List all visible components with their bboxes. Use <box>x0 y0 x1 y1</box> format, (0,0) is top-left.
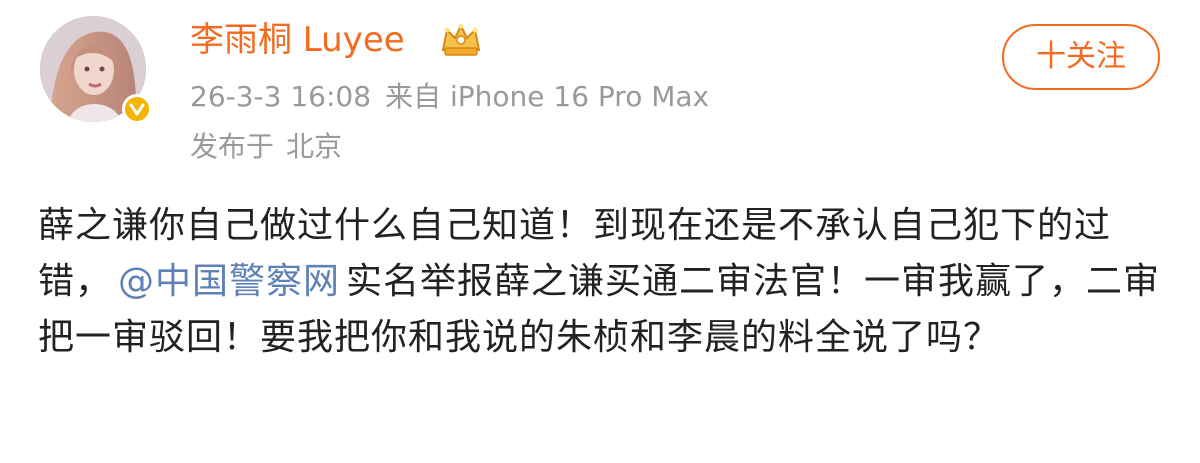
location-prefix: 发布于 <box>190 130 275 163</box>
post-source: 来自 iPhone 16 Pro Max <box>385 80 710 113</box>
post-timestamp[interactable]: 26-3-3 16:08 <box>190 80 371 113</box>
verified-badge-icon <box>122 94 152 124</box>
post-meta: 26-3-3 16:08 来自 iPhone 16 Pro Max <box>190 78 723 116</box>
weibo-post: 李雨桐 Luyee 26-3-3 16:08 来自 iPhone 16 Pro M… <box>0 0 1200 463</box>
mention-link[interactable]: @中国警察网 <box>118 261 340 302</box>
author-name[interactable]: 李雨桐 Luyee <box>190 18 405 62</box>
follow-button[interactable]: 十关注 <box>1002 24 1160 90</box>
vip-crown-icon[interactable] <box>437 20 485 60</box>
author-avatar-wrapper[interactable] <box>36 16 156 124</box>
post-content: 薛之谦你自己做过什么自己知道！到现在还是不承认自己犯下的过错， @中国警察网 实名举… <box>38 198 1168 366</box>
post-location: 发布于 北京 <box>190 128 342 166</box>
location-name[interactable]: 北京 <box>286 130 342 163</box>
